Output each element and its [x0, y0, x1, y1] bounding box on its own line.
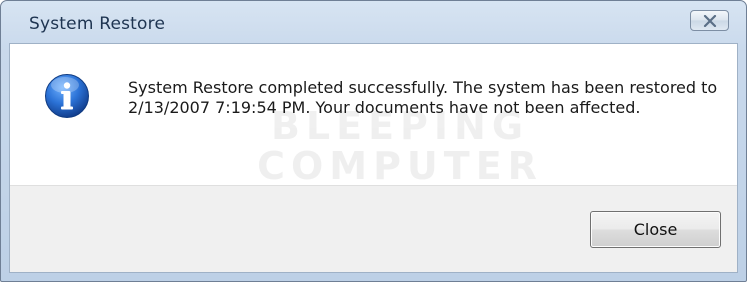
title-bar[interactable]: System Restore: [1, 1, 746, 43]
close-icon: [703, 15, 717, 27]
message-area: BLEEPING COMPUTER System Restore complet…: [10, 44, 737, 186]
system-restore-dialog: System Restore BLEEPING COMPUTER System …: [0, 0, 747, 282]
watermark-line-2: COMPUTER: [257, 144, 543, 188]
dialog-body: BLEEPING COMPUTER System Restore complet…: [9, 43, 738, 273]
message-text: System Restore completed successfully. T…: [128, 78, 718, 117]
window-title: System Restore: [29, 14, 166, 34]
info-icon: [45, 74, 89, 118]
close-button[interactable]: Close: [590, 211, 721, 248]
watermark: BLEEPING COMPUTER: [220, 106, 580, 186]
window-close-button[interactable]: [690, 10, 729, 31]
